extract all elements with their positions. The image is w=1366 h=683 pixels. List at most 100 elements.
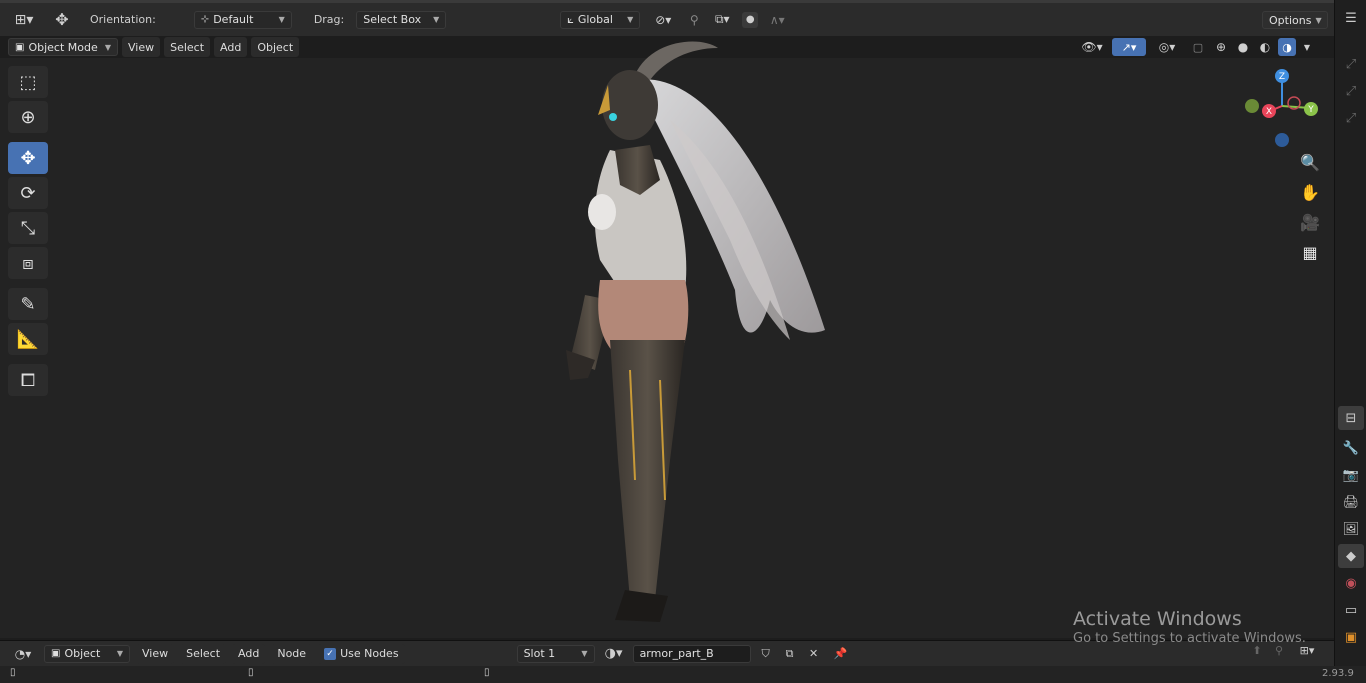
rotate-tool[interactable]: ⟳ — [8, 177, 48, 209]
output-properties-icon[interactable]: 🖨 — [1338, 490, 1364, 514]
camera-icon[interactable]: 🎥 — [1296, 208, 1324, 236]
axes-icon: ⟀ — [567, 12, 574, 26]
annotate-tool[interactable]: ✎ — [8, 288, 48, 320]
rotate-icon: ⟳ — [20, 182, 36, 204]
rendered-shading-icon[interactable]: ◑ — [1278, 38, 1296, 56]
scale-tool[interactable]: ⤡ — [8, 212, 48, 244]
watermark-subtitle: Go to Settings to activate Windows. — [1073, 631, 1306, 646]
transform-tool[interactable]: ⧈ — [8, 247, 48, 279]
object-data-icon[interactable]: ▣ — [1338, 625, 1364, 649]
mouse-right-icon: ▯ — [484, 667, 490, 678]
use-nodes-checkbox[interactable]: ✓ Use Nodes — [318, 643, 405, 664]
material-name-field[interactable]: armor_part_B — [632, 644, 751, 663]
transform-orientation-dropdown[interactable]: ⟀ Global ▼ — [560, 10, 641, 29]
material-shading-icon[interactable]: ◐ — [1256, 40, 1274, 54]
pin-icon[interactable]: 📌 — [829, 647, 853, 660]
scene-properties-icon[interactable]: ◆ — [1338, 544, 1364, 568]
checkmark-icon: ✓ — [324, 647, 337, 660]
orientation-value: Default — [213, 13, 254, 26]
pivot-point-icon[interactable]: ⊘▾ — [648, 13, 678, 27]
collection-icon[interactable]: ▭ — [1338, 598, 1364, 622]
unlink-material-icon[interactable]: ✕ — [805, 647, 823, 660]
move-tool[interactable]: ✥ — [8, 142, 48, 174]
tool-settings-header: ⊞▾ ✥ Orientation: ⊹ Default ▼ Drag: Sele… — [0, 0, 1334, 36]
slot-value: Slot 1 — [523, 647, 556, 660]
menu-object[interactable]: Object — [251, 37, 300, 57]
pin-icon-2[interactable]: ⤢ — [1338, 79, 1364, 103]
transform-icon: ⧈ — [22, 252, 34, 274]
fake-user-icon[interactable]: ⛉ — [757, 647, 775, 661]
cursor-tool[interactable]: ⊕ — [8, 101, 48, 133]
ruler-icon: 📐 — [16, 328, 40, 350]
editor-type-icon[interactable]: ◔▾ — [8, 647, 38, 661]
editor-type-icon[interactable]: ⊞▾ — [8, 12, 40, 28]
select-box-icon: ⬚ — [19, 71, 37, 93]
menu-add[interactable]: Add — [214, 37, 248, 57]
duplicate-material-icon[interactable]: ⧉ — [781, 647, 799, 661]
menu-node[interactable]: Node — [271, 643, 313, 664]
add-cube-tool[interactable]: ⧠ — [8, 364, 48, 396]
proportional-edit-icon[interactable]: ● — [742, 11, 759, 28]
options-label: Options — [1269, 13, 1312, 27]
mouse-left-icon: ▯ — [10, 667, 16, 678]
gizmo-z-label: Z — [1279, 72, 1285, 82]
gizmo-y-label: Y — [1307, 105, 1314, 115]
menu-select[interactable]: Select — [164, 37, 211, 57]
render-properties-icon[interactable]: 📷 — [1338, 463, 1364, 487]
chevron-down-icon: ▼ — [104, 42, 111, 52]
version-label: 2.93.9 — [1322, 668, 1354, 679]
world-properties-icon[interactable]: ◉ — [1338, 571, 1364, 595]
status-bar: ▯ ▯ ▯ 2.93.9 — [0, 666, 1366, 683]
mode-dropdown[interactable]: ▣ Object Mode ▼ — [8, 38, 118, 56]
overlay-toggle-icon[interactable]: ◎▾ — [1150, 40, 1184, 54]
options-dropdown[interactable]: Options ▼ — [1262, 11, 1328, 29]
chevron-down-icon: ▼ — [1315, 15, 1322, 25]
watermark-title: Activate Windows — [1073, 608, 1242, 630]
orientation-dropdown[interactable]: ⊹ Default ▼ — [193, 10, 292, 29]
3d-viewport[interactable] — [0, 41, 1334, 638]
pin-icon[interactable]: ⤢ — [1338, 52, 1364, 76]
drag-dropdown[interactable]: Select Box ▼ — [356, 10, 447, 29]
material-browse-icon[interactable]: ◑▾ — [601, 646, 627, 661]
object-mode-icon: ▣ — [15, 41, 25, 53]
properties-toggle-icon[interactable]: ⊟ — [1338, 406, 1364, 430]
scale-icon: ⤡ — [20, 217, 36, 239]
drag-value: Select Box — [363, 13, 422, 26]
menu-add[interactable]: Add — [232, 643, 266, 664]
outliner-icon[interactable]: ☰ — [1338, 6, 1364, 30]
activation-watermark: Activate Windows Go to Settings to activ… — [1073, 608, 1306, 646]
solid-shading-icon[interactable]: ● — [1234, 40, 1252, 54]
menu-view[interactable]: View — [122, 37, 161, 57]
ortho-grid-icon[interactable]: ▦ — [1296, 238, 1324, 266]
character-model — [566, 41, 825, 622]
view-layer-icon[interactable]: 🖼 — [1338, 517, 1364, 541]
mouse-middle-icon: ▯ — [248, 667, 254, 678]
move-icon: ✥ — [20, 147, 36, 169]
visibility-icon[interactable]: 👁▾ — [1076, 40, 1108, 54]
pan-hand-icon[interactable]: ✋ — [1296, 178, 1324, 206]
properties-strip: ☰ ⤢ ⤢ ⤢ ⊟ 🔧 📷 🖨 🖼 ◆ ◉ ▭ ▣ — [1334, 0, 1366, 683]
move-tool-icon: ✥ — [55, 10, 69, 29]
zoom-icon[interactable]: 🔍 — [1296, 148, 1324, 176]
menu-view[interactable]: View — [136, 643, 175, 664]
shader-type-dropdown[interactable]: ▣ Object ▼ — [44, 644, 130, 663]
shader-type-value: Object — [64, 647, 101, 660]
slot-dropdown[interactable]: Slot 1 ▼ — [516, 644, 595, 663]
orientation-label: Orientation: — [90, 13, 156, 26]
menu-select[interactable]: Select — [180, 643, 227, 664]
snap-target-icon[interactable]: ⧉▾ — [710, 12, 734, 27]
snap-icon[interactable]: ⚲ — [686, 13, 702, 27]
falloff-icon[interactable]: ∧▾ — [766, 13, 788, 27]
orientation-icon: ⊹ — [200, 14, 210, 25]
chevron-down-icon: ▼ — [116, 649, 123, 658]
shading-options-icon[interactable]: ▼ — [1300, 43, 1314, 52]
xray-icon[interactable]: ▢ — [1188, 41, 1208, 54]
wireframe-shading-icon[interactable]: ⊕ — [1212, 40, 1230, 54]
select-box-tool[interactable]: ⬚ — [8, 66, 48, 98]
navigation-gizmo[interactable]: Z Y X — [1240, 66, 1330, 156]
gizmo-toggle-icon[interactable]: ↗▾ — [1112, 38, 1146, 56]
chevron-down-icon: ▼ — [581, 649, 588, 658]
pin-icon-3[interactable]: ⤢ — [1338, 106, 1364, 130]
tool-properties-icon[interactable]: 🔧 — [1338, 436, 1364, 460]
measure-tool[interactable]: 📐 — [8, 323, 48, 355]
